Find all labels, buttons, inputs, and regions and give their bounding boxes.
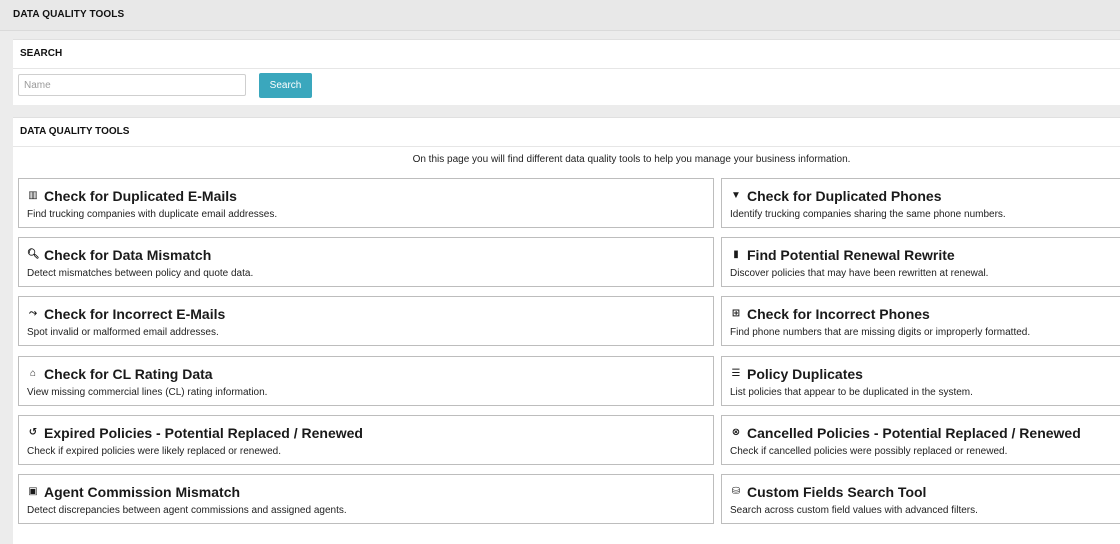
- money-icon: ▣: [28, 486, 38, 497]
- tool-card-renewal-rewrite[interactable]: ▮ Find Potential Renewal Rewrite Discover…: [721, 237, 1120, 287]
- tool-card-incorrect-emails[interactable]: ⤳ Check for Incorrect E-Mails Spot invali…: [18, 296, 714, 346]
- page-title: DATA QUALITY TOOLS: [13, 9, 125, 20]
- tool-description: Check if cancelled policies were possibl…: [730, 446, 1008, 457]
- tools-panel-header: DATA QUALITY TOOLS: [13, 118, 1120, 147]
- tool-description: Find phone numbers that are missing digi…: [730, 327, 1031, 338]
- tool-card-data-mismatch[interactable]: 🔍︎ Check for Data Mismatch Detect mismatc…: [18, 237, 714, 287]
- tool-card-cl-rating-data[interactable]: ⌂ Check for CL Rating Data View missing c…: [18, 356, 714, 406]
- tool-description: Check if expired policies were likely re…: [27, 446, 282, 457]
- tool-title: Agent Commission Mismatch: [44, 484, 241, 500]
- search-section-title: SEARCH: [20, 48, 63, 59]
- tools-section-title: DATA QUALITY TOOLS: [20, 126, 130, 137]
- tool-description: Find trucking companies with duplicate e…: [27, 209, 278, 220]
- bar-chart-icon: ▮: [733, 249, 739, 260]
- tool-title: Check for Incorrect E-Mails: [44, 306, 226, 322]
- top-bar: DATA QUALITY TOOLS: [0, 0, 1120, 31]
- cancel-circle-icon: ⊗: [731, 427, 741, 438]
- tool-title: Check for CL Rating Data: [44, 366, 213, 382]
- tool-title: Find Potential Renewal Rewrite: [747, 247, 955, 263]
- columns-icon: ▥: [28, 190, 38, 201]
- tool-description: Search across custom field values with a…: [730, 505, 978, 516]
- tool-title: Custom Fields Search Tool: [747, 484, 927, 500]
- search-db-icon: ⛁: [731, 486, 741, 497]
- tool-title: Expired Policies - Potential Replaced / …: [44, 425, 363, 441]
- list-icon: ☰: [731, 368, 741, 379]
- tool-description: Discover policies that may have been rew…: [730, 268, 989, 279]
- search-panel-header: SEARCH: [13, 40, 1120, 69]
- tool-card-expired-policies[interactable]: ↺ Expired Policies - Potential Replaced /…: [18, 415, 714, 465]
- tools-panel: DATA QUALITY TOOLS On this page you will…: [13, 117, 1120, 544]
- search-button[interactable]: Search: [259, 73, 312, 98]
- filter-icon: ▼: [731, 190, 741, 201]
- table-icon: ⊞: [731, 308, 741, 319]
- tool-description: Spot invalid or malformed email addresse…: [27, 327, 219, 338]
- tool-title: Check for Duplicated Phones: [747, 188, 942, 204]
- tool-description: List policies that appear to be duplicat…: [730, 387, 973, 398]
- tool-card-cancelled-policies[interactable]: ⊗ Cancelled Policies - Potential Replaced…: [721, 415, 1120, 465]
- tool-card-custom-fields-search[interactable]: ⛁ Custom Fields Search Tool Search across…: [721, 474, 1120, 524]
- tool-title: Policy Duplicates: [747, 366, 863, 382]
- tool-title: Cancelled Policies - Potential Replaced …: [747, 425, 1081, 441]
- tool-title: Check for Data Mismatch: [44, 247, 212, 263]
- line-chart-icon: ⤳: [29, 308, 37, 319]
- tool-description: Detect discrepancies between agent commi…: [27, 505, 347, 516]
- tag-icon: ⌂: [29, 368, 37, 379]
- tool-title: Check for Duplicated E-Mails: [44, 188, 237, 204]
- tool-card-duplicated-phones[interactable]: ▼ Check for Duplicated Phones Identify tr…: [721, 178, 1120, 228]
- tool-title: Check for Incorrect Phones: [747, 306, 930, 322]
- tool-description: Identify trucking companies sharing the …: [730, 209, 1006, 220]
- search-panel: SEARCH Search: [13, 39, 1120, 105]
- tool-description: Detect mismatches between policy and quo…: [27, 268, 254, 279]
- tool-card-incorrect-phones[interactable]: ⊞ Check for Incorrect Phones Find phone n…: [721, 296, 1120, 346]
- search-input[interactable]: [18, 74, 246, 96]
- history-icon: ↺: [28, 427, 38, 438]
- tool-card-duplicated-emails[interactable]: ▥ Check for Duplicated E-Mails Find truck…: [18, 178, 714, 228]
- tool-card-policy-duplicates[interactable]: ☰ Policy Duplicates List policies that ap…: [721, 356, 1120, 406]
- zoom-icon: 🔍︎: [27, 249, 40, 260]
- intro-text: On this page you will find different dat…: [412, 154, 851, 165]
- tool-description: View missing commercial lines (CL) ratin…: [27, 387, 268, 398]
- tool-card-agent-commission[interactable]: ▣ Agent Commission Mismatch Detect discre…: [18, 474, 714, 524]
